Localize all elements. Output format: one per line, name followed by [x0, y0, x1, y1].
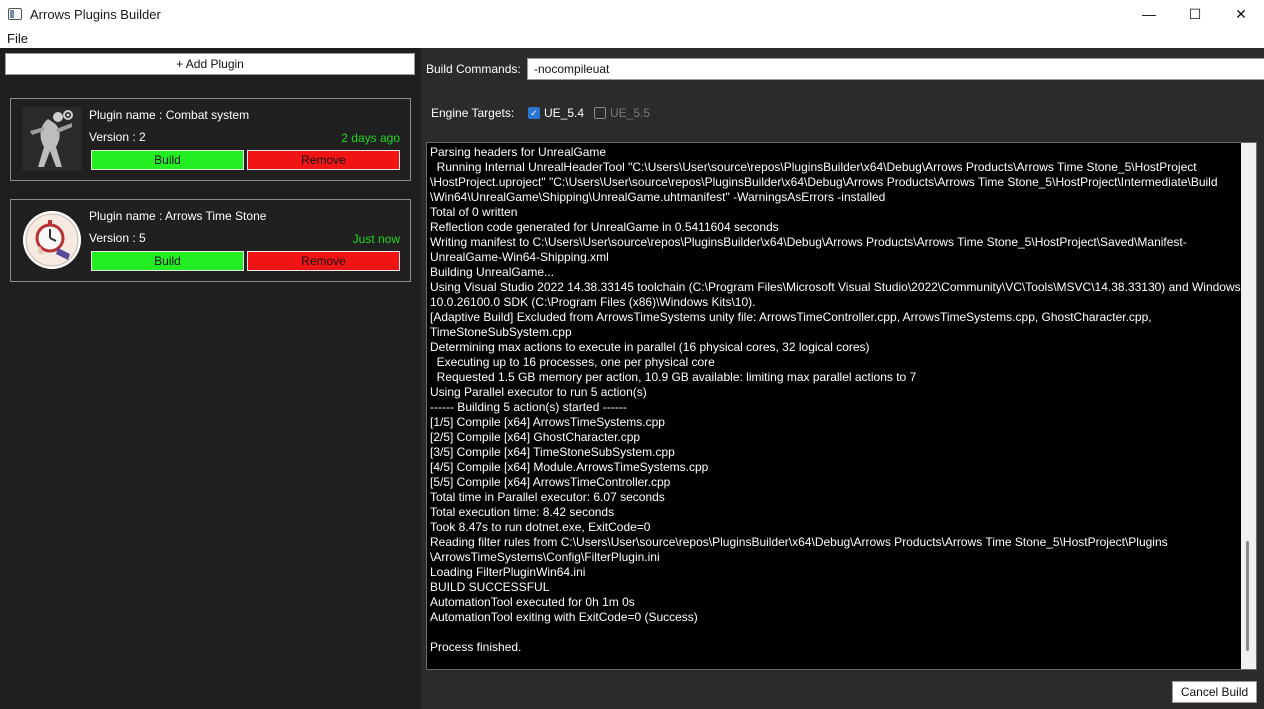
console-line: [2/5] Compile [x64] GhostCharacter.cpp	[430, 430, 641, 444]
target-label: UE_5.5	[610, 106, 651, 120]
close-button[interactable]: ✕	[1218, 0, 1264, 28]
target-label: UE_5.4	[544, 106, 585, 120]
build-panel: Build Commands: Engine Targets: ✓ UE_5.4…	[421, 48, 1264, 709]
title-bar: Arrows Plugins Builder — ☐ ✕	[0, 0, 1264, 28]
console-line: [1/5] Compile [x64] ArrowsTimeSystems.cp…	[430, 415, 665, 429]
plugin-card-arrows-time-stone: Plugin name : Arrows Time Stone Version …	[10, 199, 411, 282]
build-commands-input[interactable]	[527, 58, 1264, 80]
console-line: \HostProject.uproject" "C:\Users\User\so…	[430, 175, 1218, 189]
scrollbar-thumb[interactable]	[1246, 541, 1249, 651]
plugin-updated-time: 2 days ago	[341, 131, 400, 145]
maximize-button[interactable]: ☐	[1172, 0, 1218, 28]
target-ue54-checkbox[interactable]: ✓ UE_5.4	[528, 106, 584, 120]
window-title: Arrows Plugins Builder	[30, 6, 161, 22]
build-output-console[interactable]: Parsing headers for UnrealGame Running I…	[426, 142, 1257, 670]
app-icon	[8, 8, 22, 20]
console-line: TimeStoneSubSystem.cpp	[430, 325, 572, 339]
console-line: \Win64\UnrealGame\Shipping\UnrealGame.uh…	[430, 190, 886, 204]
console-line: [3/5] Compile [x64] TimeStoneSubSystem.c…	[430, 445, 675, 459]
console-line: Total time in Parallel executor: 6.07 se…	[430, 490, 665, 504]
console-line: BUILD SUCCESSFUL	[430, 580, 550, 594]
console-line: Determining max actions to execute in pa…	[430, 340, 870, 354]
console-line: [5/5] Compile [x64] ArrowsTimeController…	[430, 475, 671, 489]
add-plugin-button[interactable]: + Add Plugin	[5, 53, 415, 75]
console-line: Total execution time: 8.42 seconds	[430, 505, 615, 519]
console-line: Using Parallel executor to run 5 action(…	[430, 385, 647, 399]
build-button[interactable]: Build	[91, 150, 244, 170]
console-line: Reflection code generated for UnrealGame…	[430, 220, 779, 234]
plugin-updated-time: Just now	[352, 232, 400, 246]
target-ue55-checkbox[interactable]: UE_5.5	[594, 106, 650, 120]
console-line: [Adaptive Build] Excluded from ArrowsTim…	[430, 310, 1152, 324]
combat-icon	[22, 107, 82, 171]
plugin-name: Plugin name : Combat system	[89, 108, 250, 122]
remove-button[interactable]: Remove	[247, 150, 400, 170]
console-line: 10.0.26100.0 SDK (C:\Program Files (x86)…	[430, 295, 756, 309]
cancel-build-button[interactable]: Cancel Build	[1172, 681, 1257, 703]
console-line: Using Visual Studio 2022 14.38.33145 too…	[430, 280, 1241, 294]
plugin-list-panel: + Add Plugin Plugin name : Combat system…	[0, 48, 421, 709]
checkbox-checked-icon: ✓	[528, 107, 540, 119]
console-line: Building UnrealGame...	[430, 265, 555, 279]
window-controls: — ☐ ✕	[1126, 0, 1264, 28]
plugin-name: Plugin name : Arrows Time Stone	[89, 209, 267, 223]
menu-bar: File	[0, 28, 1264, 48]
plugin-version: Version : 5	[89, 231, 146, 245]
console-line: \ArrowsTimeSystems\Config\FilterPlugin.i…	[430, 550, 660, 564]
console-line: ------ Building 5 action(s) started ----…	[430, 400, 627, 414]
plugin-version: Version : 2	[89, 130, 146, 144]
console-line: [4/5] Compile [x64] Module.ArrowsTimeSys…	[430, 460, 709, 474]
remove-button[interactable]: Remove	[247, 251, 400, 271]
console-line: Took 8.47s to run dotnet.exe, ExitCode=0	[430, 520, 651, 534]
build-commands-label: Build Commands:	[426, 62, 521, 76]
menu-file[interactable]: File	[7, 31, 28, 46]
console-line: Executing up to 16 processes, one per ph…	[430, 355, 715, 369]
stopwatch-icon	[23, 211, 81, 269]
console-line: Loading FilterPluginWin64.ini	[430, 565, 586, 579]
console-line: AutomationTool exiting with ExitCode=0 (…	[430, 610, 698, 624]
console-line: UnrealGame-Win64-Shipping.xml	[430, 250, 609, 264]
console-line: Running Internal UnrealHeaderTool "C:\Us…	[430, 160, 1197, 174]
console-line: AutomationTool executed for 0h 1m 0s	[430, 595, 635, 609]
checkbox-unchecked-icon	[594, 107, 606, 119]
console-line: Reading filter rules from C:\Users\User\…	[430, 535, 1168, 549]
plugin-card-combat-system: Plugin name : Combat system Version : 2 …	[10, 98, 411, 181]
console-scrollbar[interactable]	[1241, 143, 1256, 669]
engine-targets-label: Engine Targets:	[431, 106, 515, 120]
console-line: Requested 1.5 GB memory per action, 10.9…	[430, 370, 917, 384]
console-lines: Parsing headers for UnrealGame Running I…	[430, 145, 1241, 655]
build-button[interactable]: Build	[91, 251, 244, 271]
console-line: Total of 0 written	[430, 205, 518, 219]
console-line: Process finished.	[430, 640, 522, 654]
minimize-button[interactable]: —	[1126, 0, 1172, 28]
console-line: Parsing headers for UnrealGame	[430, 145, 607, 159]
console-line: Writing manifest to C:\Users\User\source…	[430, 235, 1187, 249]
